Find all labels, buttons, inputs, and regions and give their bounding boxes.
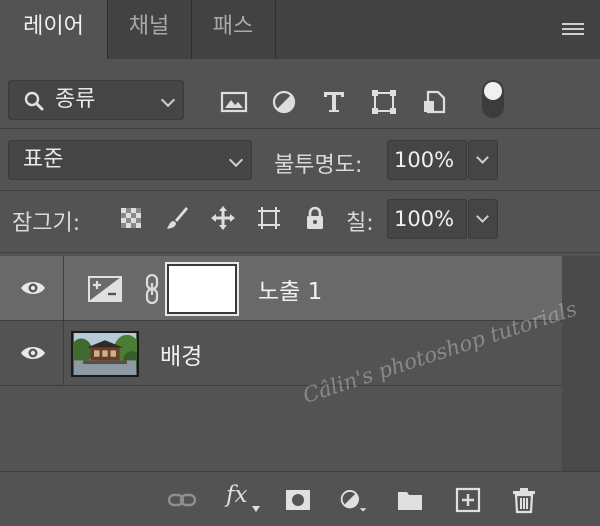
lock-label: 잠그기: bbox=[12, 211, 81, 236]
layer-mask-thumbnail[interactable] bbox=[165, 262, 239, 316]
opacity-label: 불투명도: bbox=[274, 153, 363, 178]
chevron-down-icon bbox=[476, 210, 489, 223]
opacity-dropdown[interactable] bbox=[468, 140, 498, 180]
new-adjustment-icon[interactable] bbox=[340, 486, 368, 514]
fill-label: 칠: bbox=[346, 211, 374, 236]
tab-layers[interactable]: 레이어 bbox=[0, 0, 107, 59]
chevron-down-icon bbox=[476, 151, 489, 164]
layer-name[interactable]: 노출 1 bbox=[258, 272, 322, 306]
image-filter-icon[interactable] bbox=[220, 90, 248, 114]
lock-transparent-pixels-icon[interactable] bbox=[118, 205, 144, 231]
divider bbox=[0, 128, 600, 129]
blend-mode-label: 표준 bbox=[23, 147, 64, 172]
search-icon bbox=[24, 91, 44, 111]
opacity-input[interactable]: 100% bbox=[387, 140, 467, 180]
layers-list: 노출 1 배경 bbox=[0, 256, 562, 471]
delete-layer-icon[interactable] bbox=[510, 486, 538, 514]
eye-icon bbox=[21, 347, 45, 359]
tab-paths[interactable]: 패스 bbox=[191, 0, 275, 59]
panel-menu-icon[interactable] bbox=[562, 23, 584, 37]
chevron-down-icon bbox=[160, 92, 176, 108]
new-group-icon[interactable] bbox=[396, 486, 424, 514]
link-layers-icon[interactable] bbox=[168, 486, 196, 514]
filter-kind-select[interactable]: 종류 bbox=[8, 80, 184, 120]
lock-artboard-icon[interactable] bbox=[256, 205, 282, 231]
chevron-down-icon bbox=[228, 152, 244, 168]
blend-mode-select[interactable]: 표준 bbox=[8, 140, 252, 180]
layer-visibility-toggle[interactable] bbox=[0, 321, 64, 386]
layer-visibility-toggle[interactable] bbox=[0, 256, 64, 321]
add-mask-icon[interactable] bbox=[284, 486, 312, 514]
lock-all-icon[interactable] bbox=[302, 205, 328, 231]
filter-kind-label: 종류 bbox=[55, 87, 96, 112]
tab-channels[interactable]: 채널 bbox=[107, 0, 191, 59]
mask-link-icon[interactable] bbox=[144, 274, 160, 304]
smart-object-filter-icon[interactable] bbox=[420, 90, 448, 114]
panel-tab-bar: 레이어 채널 패스 bbox=[0, 0, 600, 59]
mask-fill bbox=[169, 266, 235, 312]
fx-icon[interactable]: fx bbox=[226, 482, 262, 516]
fill-dropdown[interactable] bbox=[468, 199, 498, 239]
caret-icon bbox=[252, 506, 260, 512]
layers-scrollbar[interactable] bbox=[562, 256, 600, 471]
new-layer-icon[interactable] bbox=[454, 486, 482, 514]
layer-row-exposure[interactable]: 노출 1 bbox=[0, 256, 562, 321]
type-filter-icon[interactable] bbox=[320, 90, 348, 114]
tab-separator bbox=[275, 0, 276, 59]
lock-position-icon[interactable] bbox=[210, 205, 236, 231]
fill-input[interactable]: 100% bbox=[387, 199, 467, 239]
filter-toggle-switch[interactable] bbox=[482, 80, 504, 118]
layers-bottom-toolbar: fx bbox=[0, 471, 600, 526]
layer-name[interactable]: 배경 bbox=[160, 337, 202, 371]
adjustment-filter-icon[interactable] bbox=[270, 90, 298, 114]
divider bbox=[0, 190, 600, 191]
shape-filter-icon[interactable] bbox=[370, 90, 398, 114]
divider bbox=[0, 252, 600, 253]
layer-image-thumbnail[interactable] bbox=[71, 331, 139, 377]
lock-image-pixels-icon[interactable] bbox=[164, 205, 190, 231]
eye-icon bbox=[21, 282, 45, 294]
exposure-adjustment-icon bbox=[88, 276, 122, 302]
fx-label: fx bbox=[226, 482, 248, 508]
